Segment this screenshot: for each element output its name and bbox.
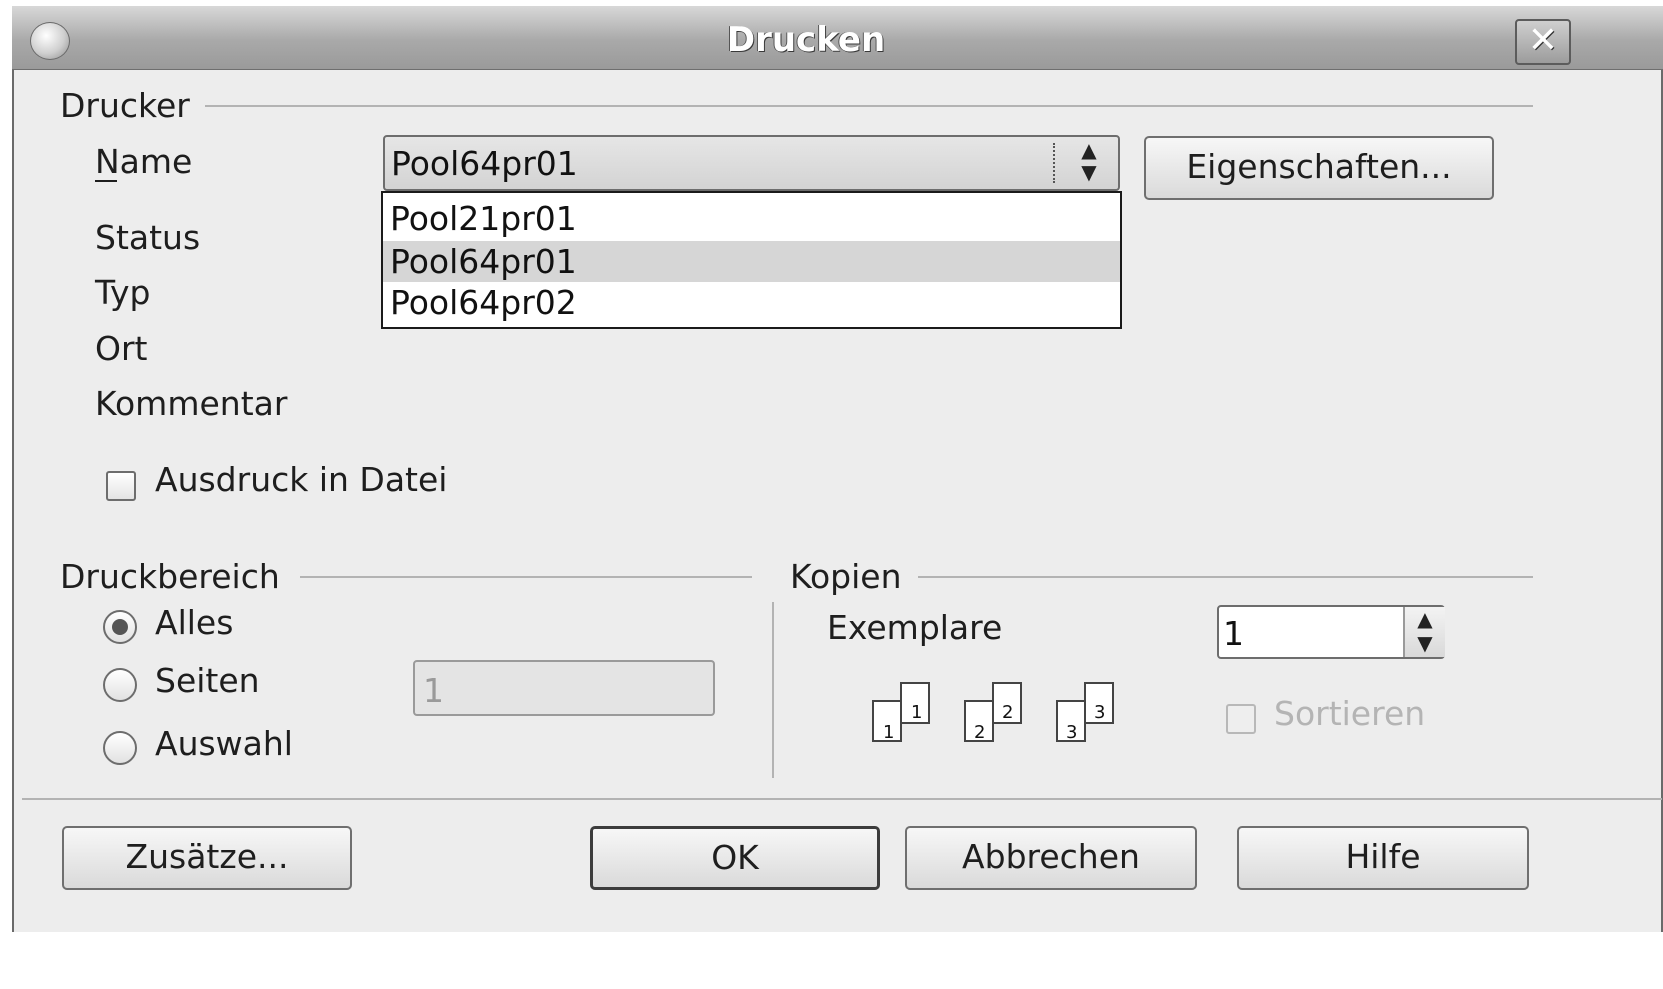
page-number: 1 (883, 722, 895, 743)
collate-checkbox[interactable] (1226, 704, 1256, 734)
radio-pages[interactable] (103, 668, 137, 702)
section-divider (772, 602, 774, 778)
copies-spinbox-value: 1 (1223, 614, 1244, 653)
page-icon: 3 (1056, 700, 1086, 743)
printer-section-label: Drucker (60, 86, 190, 125)
printer-name-value: Pool64pr01 (391, 144, 578, 183)
pages-input[interactable]: 1 (413, 660, 715, 716)
dropdown-option[interactable]: Pool64pr02 (383, 282, 1120, 323)
properties-button[interactable]: Eigenschaften... (1144, 136, 1494, 200)
copies-count-label: Exemplare (827, 608, 1003, 647)
collated-pages-icon: 1 1 2 2 3 3 (872, 680, 1137, 765)
page-number: 2 (974, 722, 986, 743)
printer-name-select[interactable]: Pool64pr01 ▲ ▼ (383, 135, 1120, 191)
print-to-file-label[interactable]: Ausdruck in Datei (155, 460, 447, 499)
combo-separator (1053, 143, 1055, 183)
page-number: 2 (1002, 702, 1014, 723)
ok-button-label: OK (711, 838, 759, 877)
properties-button-label: Eigenschaften... (1186, 147, 1452, 186)
up-down-arrows-icon[interactable]: ▲ ▼ (1065, 139, 1113, 183)
options-button-label: Zusätze... (125, 837, 289, 876)
name-label-underline (95, 180, 117, 182)
radio-selection-label[interactable]: Auswahl (155, 724, 293, 763)
name-label: Name (95, 142, 193, 181)
cancel-button-label: Abbrechen (962, 837, 1140, 876)
help-button-label: Hilfe (1345, 837, 1421, 876)
page-icon: 3 (1084, 682, 1114, 724)
radio-pages-label[interactable]: Seiten (155, 661, 260, 700)
page-number: 3 (1094, 702, 1106, 723)
status-label: Status (95, 218, 201, 257)
print-to-file-checkbox[interactable] (106, 471, 136, 501)
radio-selection[interactable] (103, 731, 137, 765)
radio-all[interactable] (103, 610, 137, 644)
page-icon: 1 (900, 682, 930, 724)
options-button[interactable]: Zusätze... (62, 826, 352, 890)
title-bar: Drucken ✕ (12, 6, 1663, 70)
page-icon: 1 (872, 700, 902, 743)
printer-dropdown-list: Pool21pr01 Pool64pr01 Pool64pr02 (381, 191, 1122, 329)
dropdown-option[interactable]: Pool21pr01 (383, 198, 1120, 239)
help-button[interactable]: Hilfe (1237, 826, 1529, 890)
spin-arrows-icon[interactable]: ▲ ▼ (1403, 607, 1445, 657)
location-label: Ort (95, 329, 148, 368)
page-icon: 2 (992, 682, 1022, 724)
print-range-section-rule (300, 576, 752, 578)
type-label: Typ (95, 273, 151, 312)
copies-spinbox[interactable]: 1 ▲ ▼ (1217, 605, 1445, 659)
radio-selected-dot (112, 619, 128, 635)
copies-section-rule (918, 576, 1533, 578)
ok-button[interactable]: OK (590, 826, 880, 890)
comment-label: Kommentar (95, 384, 288, 423)
close-icon[interactable]: ✕ (1515, 19, 1571, 65)
collate-label: Sortieren (1274, 694, 1426, 733)
print-range-section-label: Druckbereich (60, 557, 280, 596)
page-number: 1 (911, 702, 923, 723)
copies-section-label: Kopien (790, 557, 902, 596)
dropdown-option-selected[interactable]: Pool64pr01 (383, 241, 1120, 282)
cancel-button[interactable]: Abbrechen (905, 826, 1197, 890)
window-title: Drucken (726, 20, 886, 60)
radio-all-label[interactable]: Alles (155, 603, 233, 642)
pages-input-value: 1 (423, 671, 444, 710)
page-number: 3 (1066, 722, 1078, 743)
bottom-separator (22, 798, 1662, 800)
printer-section-rule (205, 105, 1533, 107)
page-icon: 2 (964, 700, 994, 743)
